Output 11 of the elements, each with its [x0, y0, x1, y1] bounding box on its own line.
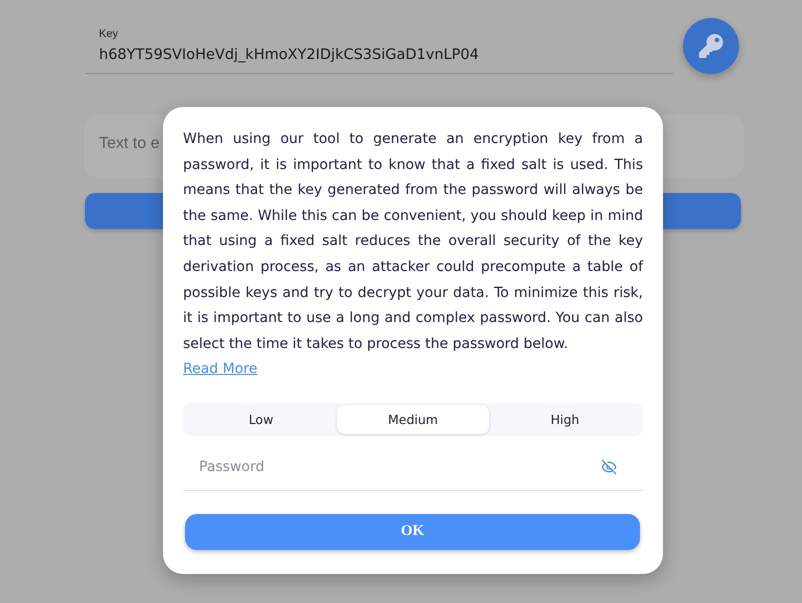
password-input[interactable]: Password	[199, 455, 591, 480]
key-button[interactable]	[683, 18, 739, 74]
time-option[interactable]: High	[489, 404, 641, 434]
dialog-message: When using our tool to generate an encryption key from a password, it is important to know that a fixed salt is used. This means that the key generated from the password will always be the same. While this can be convenient, you should keep in mind that using a fixed salt reduces the overall security of the key derivation process, as an attacker could precompute a table of possible keys and try to decrypt your data. To minimize this risk, it is important to use a long and complex password. You can also select the time it takes to process the password below.	[183, 130, 643, 354]
text-input[interactable]: Text to e	[84, 115, 163, 178]
time-option[interactable]: Medium	[337, 404, 489, 434]
time-option[interactable]: Low	[185, 404, 337, 434]
key-icon	[699, 34, 723, 58]
field-label: Key	[99, 27, 118, 41]
key-input[interactable]: h68YT59SVIoHeVdj_kHmoXY2IDjkCS3SiGaD1vnLP04	[99, 44, 673, 66]
eye-off-icon[interactable]	[601, 459, 617, 476]
